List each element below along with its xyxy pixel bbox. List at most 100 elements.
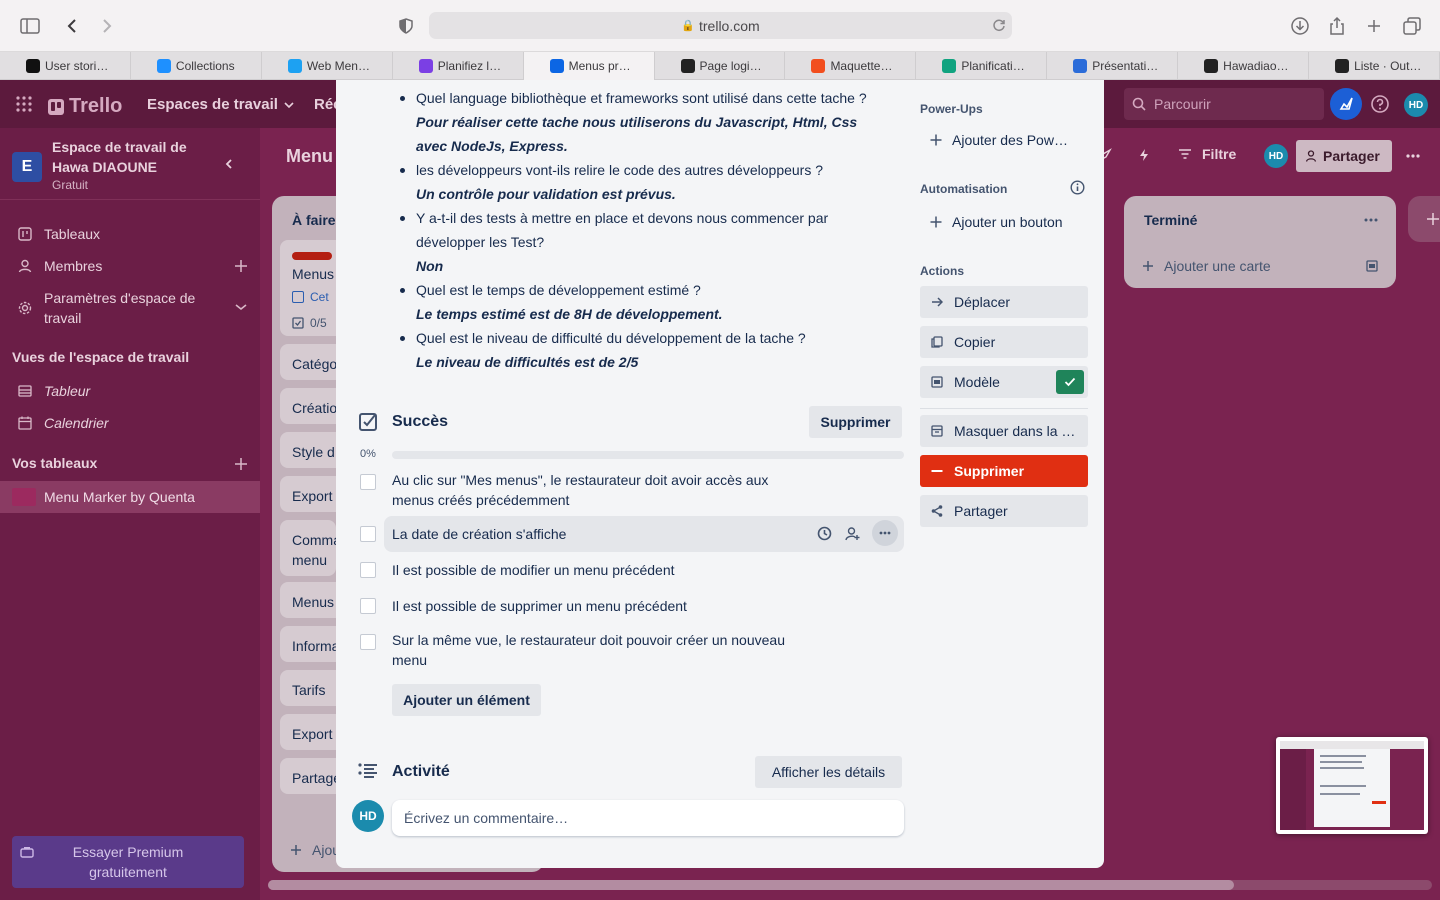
search-icon xyxy=(1132,97,1146,111)
sidebar-toggle-icon[interactable] xyxy=(18,14,42,38)
checklist-checkbox[interactable] xyxy=(360,634,376,650)
forward-icon[interactable] xyxy=(95,14,119,38)
address-bar[interactable]: 🔒 trello.com xyxy=(429,12,1012,39)
add-board-icon[interactable] xyxy=(234,457,248,471)
checklist-checkbox[interactable] xyxy=(360,526,376,542)
screenshot-thumbnail[interactable] xyxy=(1276,737,1428,834)
add-card-button[interactable]: Ajou xyxy=(290,842,340,858)
delete-checklist-button[interactable]: Supprimer xyxy=(809,406,902,438)
sidebar-item-settings[interactable]: Paramètres d'espace de travail xyxy=(0,288,260,328)
add-member-icon[interactable] xyxy=(234,259,248,273)
hide-button[interactable]: Masquer dans la … xyxy=(920,415,1088,447)
copy-label: Copier xyxy=(954,334,996,350)
add-list-button[interactable] xyxy=(1408,196,1440,242)
browser-tab[interactable]: Menus pr… xyxy=(523,52,655,80)
tab-title: Liste · Out… xyxy=(1354,59,1422,73)
share-card-button[interactable]: Partager xyxy=(920,495,1088,527)
list-menu-icon[interactable] xyxy=(1364,218,1378,222)
share-board-button[interactable]: Partager xyxy=(1296,140,1392,172)
checklist-checkbox[interactable] xyxy=(360,474,376,490)
member-avatar[interactable]: HD xyxy=(1264,144,1288,168)
workspace-name[interactable]: Espace de travail de Hawa DIAOUNE xyxy=(52,137,202,177)
list-title[interactable]: Terminé xyxy=(1144,212,1197,228)
template-icon xyxy=(930,375,944,389)
scrollbar-thumb[interactable] xyxy=(268,880,1234,890)
description-answer: Un contrôle pour validation est prévus. xyxy=(416,186,676,202)
avatar[interactable]: HD xyxy=(1404,93,1428,117)
browser-tab[interactable]: Collections xyxy=(131,52,262,80)
comment-input[interactable]: Écrivez un commentaire… xyxy=(392,800,904,836)
due-date-icon[interactable] xyxy=(817,526,832,541)
automation-bolt-icon[interactable] xyxy=(1138,148,1150,162)
comment-placeholder: Écrivez un commentaire… xyxy=(404,810,569,826)
list-title[interactable]: À faire xyxy=(292,212,336,228)
browser-tab[interactable]: Hawadiao… xyxy=(1178,52,1310,80)
collapse-sidebar-icon[interactable] xyxy=(224,158,234,170)
checklist-item[interactable]: La date de création s'affiche xyxy=(392,524,772,544)
workspace-logo: E xyxy=(12,152,42,182)
browser-tab[interactable]: Présentati… xyxy=(1047,52,1179,80)
back-icon[interactable] xyxy=(60,14,84,38)
divider xyxy=(920,408,1088,409)
checklist-item[interactable]: Au clic sur "Mes menus", le restaurateur… xyxy=(392,470,812,510)
description-item: Quel est le temps de développement estim… xyxy=(400,278,886,326)
horizontal-scrollbar[interactable] xyxy=(268,880,1432,890)
sidebar-item-spreadsheet[interactable]: Tableur xyxy=(0,380,260,402)
browser-tab[interactable]: Liste · Out… xyxy=(1309,52,1440,80)
show-details-button[interactable]: Afficher les détails xyxy=(755,756,902,788)
browser-tab[interactable]: Page logi… xyxy=(655,52,786,80)
board-title[interactable]: Menu xyxy=(286,146,333,167)
copy-button[interactable]: Copier xyxy=(920,326,1088,358)
downloads-icon[interactable] xyxy=(1288,14,1312,38)
add-card-button[interactable]: Ajouter une carte xyxy=(1142,258,1271,274)
template-button[interactable]: Modèle xyxy=(920,366,1088,398)
plus-icon xyxy=(930,216,942,228)
add-powerups-button[interactable]: Ajouter des Pow… xyxy=(920,124,1088,156)
sidebar-item-calendar[interactable]: Calendrier xyxy=(0,412,260,434)
sidebar-item-label: Calendrier xyxy=(44,415,109,431)
delete-card-button[interactable]: Supprimer xyxy=(920,455,1088,487)
info-icon[interactable] xyxy=(1070,180,1085,195)
tab-overview-icon[interactable] xyxy=(1400,14,1424,38)
search-input[interactable]: Parcourir xyxy=(1124,88,1324,120)
help-icon[interactable] xyxy=(1370,94,1390,114)
checklist-checkbox[interactable] xyxy=(360,598,376,614)
add-button-button[interactable]: Ajouter un bouton xyxy=(920,206,1088,238)
more-icon[interactable] xyxy=(1406,154,1420,158)
app-switcher-icon[interactable] xyxy=(16,96,32,112)
premium-button[interactable]: Essayer Premium gratuitement xyxy=(12,836,244,888)
browser-tab[interactable]: Maquette… xyxy=(785,52,917,80)
card-detail-modal: Quel language bibliothèque et frameworks… xyxy=(336,80,1104,868)
list-card[interactable]: Comma menu xyxy=(280,520,341,576)
checklist-icon xyxy=(358,412,378,432)
notifications-icon[interactable] xyxy=(1330,88,1362,120)
checklist-progress-bar xyxy=(392,451,904,459)
sidebar-item-members[interactable]: Membres xyxy=(0,254,260,278)
tab-favicon-icon xyxy=(1335,59,1350,73)
checklist-item[interactable]: Il est possible de modifier un menu préc… xyxy=(392,560,812,580)
assign-member-icon[interactable] xyxy=(845,526,860,541)
sidebar-item-boards[interactable]: Tableaux xyxy=(0,222,260,246)
trello-logo[interactable]: Trello xyxy=(48,95,122,118)
browser-tab[interactable]: Planificati… xyxy=(916,52,1048,80)
checklist-item[interactable]: Il est possible de supprimer un menu pré… xyxy=(392,596,812,616)
privacy-shield-icon[interactable] xyxy=(394,14,418,38)
sidebar-board-item[interactable]: Menu Marker by Quenta xyxy=(0,481,260,513)
browser-tab[interactable]: Planifiez l… xyxy=(393,52,524,80)
share-icon[interactable] xyxy=(1325,14,1349,38)
browser-tab[interactable]: Web Men… xyxy=(262,52,393,80)
new-tab-icon[interactable] xyxy=(1362,14,1386,38)
checklist-title[interactable]: Succès xyxy=(392,413,448,431)
card-template-icon[interactable] xyxy=(1366,260,1378,272)
card-description[interactable]: Quel language bibliothèque et frameworks… xyxy=(400,86,886,374)
workspaces-menu[interactable]: Espaces de travail xyxy=(147,96,294,113)
move-button[interactable]: Déplacer xyxy=(920,286,1088,318)
filter-button[interactable]: Filtre xyxy=(1178,146,1236,162)
browser-tab[interactable]: User stori… xyxy=(0,52,131,80)
checklist-item[interactable]: Sur la même vue, le restaurateur doit po… xyxy=(392,630,812,670)
checklist-checkbox[interactable] xyxy=(360,562,376,578)
template-toggle-check-icon[interactable] xyxy=(1056,370,1084,394)
item-more-icon[interactable] xyxy=(872,520,898,546)
reload-icon[interactable] xyxy=(992,18,1006,32)
add-checklist-item-button[interactable]: Ajouter un élément xyxy=(392,684,541,716)
